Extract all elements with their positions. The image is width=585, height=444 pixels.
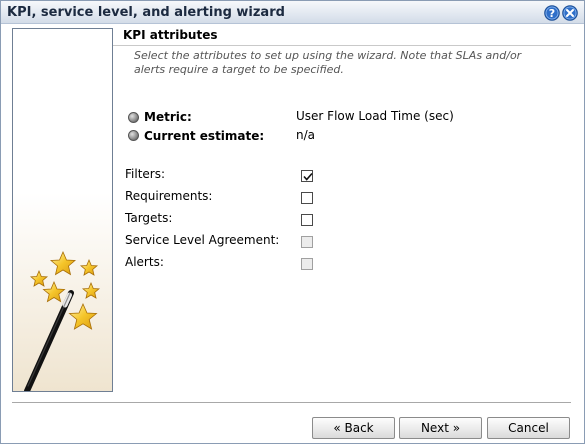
next-button[interactable]: Next » bbox=[399, 417, 482, 439]
back-button[interactable]: « Back bbox=[312, 417, 395, 439]
bullet-icon bbox=[128, 112, 139, 123]
metric-value: User Flow Load Time (sec) bbox=[296, 109, 454, 123]
title-bar: KPI, service level, and alerting wizard … bbox=[1, 1, 584, 24]
wizard-side-panel bbox=[12, 28, 113, 392]
filters-label: Filters: bbox=[125, 167, 166, 181]
bullet-icon bbox=[128, 130, 139, 141]
magic-wand-illustration bbox=[13, 29, 112, 391]
current-estimate-value: n/a bbox=[296, 128, 316, 142]
wizard-dialog: KPI, service level, and alerting wizard … bbox=[0, 0, 585, 444]
cancel-button[interactable]: Cancel bbox=[487, 417, 570, 439]
section-divider bbox=[113, 45, 571, 46]
help-icon[interactable]: ? bbox=[544, 5, 560, 21]
alerts-checkbox bbox=[301, 258, 313, 270]
sla-checkbox bbox=[301, 236, 313, 248]
svg-text:?: ? bbox=[549, 7, 555, 20]
close-icon[interactable] bbox=[562, 5, 578, 21]
metric-label: Metric: bbox=[144, 110, 192, 124]
section-description: Select the attributes to set up using th… bbox=[134, 49, 522, 76]
section-title: KPI attributes bbox=[123, 28, 218, 42]
targets-checkbox[interactable] bbox=[301, 214, 313, 226]
footer-divider bbox=[12, 402, 571, 403]
requirements-checkbox[interactable] bbox=[301, 192, 313, 204]
window-title: KPI, service level, and alerting wizard bbox=[7, 5, 285, 20]
current-estimate-label: Current estimate: bbox=[144, 129, 265, 143]
requirements-label: Requirements: bbox=[125, 189, 213, 203]
targets-label: Targets: bbox=[125, 211, 173, 225]
filters-checkbox[interactable] bbox=[301, 170, 313, 182]
sla-label: Service Level Agreement: bbox=[125, 233, 280, 247]
checkmark-icon bbox=[303, 172, 313, 181]
alerts-label: Alerts: bbox=[125, 255, 164, 269]
